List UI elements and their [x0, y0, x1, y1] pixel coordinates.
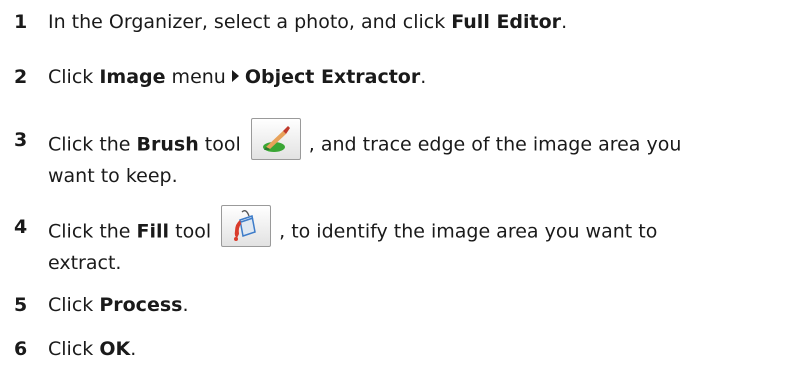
step-number: 1: [14, 11, 28, 33]
image-menu-label: Image: [99, 66, 166, 88]
object-extractor-label: Object Extractor: [244, 66, 421, 88]
step-number: 4: [14, 216, 28, 238]
step-continuation: want to keep.: [48, 165, 178, 187]
step-text: Click: [48, 66, 100, 88]
step-number: 6: [14, 338, 28, 360]
step-number: 5: [14, 294, 28, 316]
step-continuation: extract.: [48, 252, 122, 274]
full-editor-label: Full Editor: [451, 11, 562, 33]
process-label: Process: [99, 294, 183, 316]
step-text: Click the: [48, 220, 137, 243]
fill-label: Fill: [136, 220, 170, 243]
step-number: 3: [14, 129, 28, 151]
menu-arrow-icon: [231, 70, 239, 82]
step-text: In the Organizer, select a photo, and cl…: [48, 11, 452, 33]
step-text: Click the: [48, 133, 137, 156]
step-number: 2: [14, 66, 28, 88]
ok-label: OK: [99, 338, 131, 360]
brush-tool-icon: [250, 118, 301, 160]
fill-tool-icon: [221, 205, 272, 247]
step-text: Click: [48, 338, 100, 360]
step-text: Click: [48, 294, 100, 316]
brush-label: Brush: [136, 133, 199, 156]
